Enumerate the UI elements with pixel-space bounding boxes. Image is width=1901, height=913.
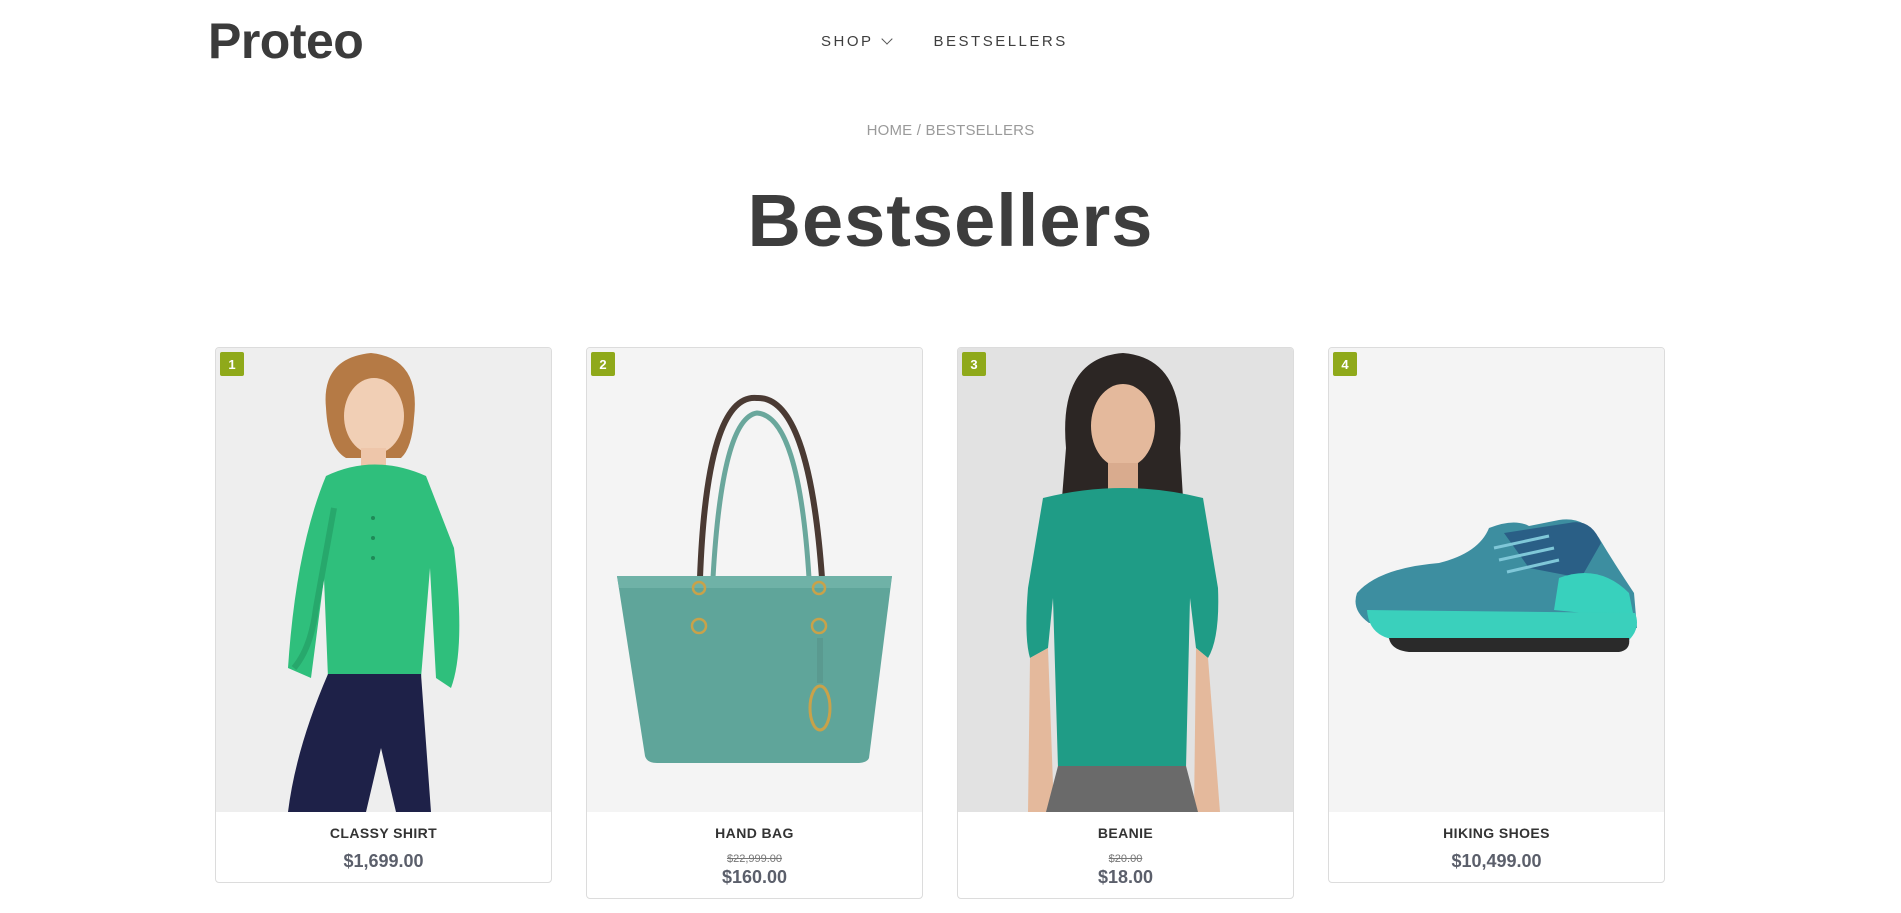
rank-badge: 1 — [220, 352, 244, 376]
breadcrumb-separator: / — [912, 122, 926, 139]
nav-item-shop[interactable]: SHOP — [821, 33, 893, 50]
site-logo[interactable]: Proteo — [208, 12, 364, 70]
product-card[interactable]: 4 HIKING SHOES $10,499.00 — [1328, 347, 1665, 883]
product-card[interactable]: 3 BEANIE $20.00 $18.00 — [957, 347, 1294, 899]
main-nav: SHOP BESTSELLERS — [821, 33, 1068, 50]
nav-item-bestsellers-label: BESTSELLERS — [933, 33, 1068, 50]
woman-green-blouse-image — [216, 348, 551, 812]
product-price: $10,499.00 — [1451, 851, 1542, 871]
product-image[interactable]: 2 — [587, 348, 922, 812]
breadcrumb-current: BESTSELLERS — [925, 122, 1035, 139]
breadcrumb: HOME / BESTSELLERS — [0, 122, 1901, 139]
product-price: $1,699.00 — [343, 851, 424, 871]
rank-badge: 4 — [1333, 352, 1357, 376]
product-name[interactable]: BEANIE — [958, 825, 1293, 841]
teal-hiking-shoe-image — [1329, 348, 1664, 812]
woman-teal-top-image — [958, 348, 1293, 812]
teal-tote-bag-image — [587, 348, 922, 812]
chevron-down-icon — [880, 33, 893, 45]
rank-badge: 2 — [591, 352, 615, 376]
product-image[interactable]: 4 — [1329, 348, 1664, 812]
product-original-price: $22,999.00 — [726, 853, 783, 865]
nav-item-bestsellers[interactable]: BESTSELLERS — [934, 33, 1068, 50]
product-price: $160.00 — [721, 867, 788, 887]
nav-item-shop-label: SHOP — [821, 33, 874, 50]
page-title: Bestsellers — [747, 179, 1154, 262]
product-card[interactable]: 1 CLASSY SHIRT $1,699.00 — [215, 347, 552, 883]
product-original-price: $20.00 — [1108, 853, 1143, 865]
product-image[interactable]: 1 — [216, 348, 551, 812]
site-header: Proteo SHOP BESTSELLERS — [0, 0, 1901, 84]
product-info: BEANIE $20.00 $18.00 — [958, 812, 1293, 898]
breadcrumb-home-link[interactable]: HOME — [867, 122, 913, 139]
product-price: $18.00 — [1097, 867, 1154, 887]
product-card[interactable]: 2 HAND BAG $22,999.00 $160.00 — [586, 347, 923, 899]
product-name[interactable]: CLASSY SHIRT — [216, 825, 551, 841]
product-info: HIKING SHOES $10,499.00 — [1329, 812, 1664, 882]
product-name[interactable]: HAND BAG — [587, 825, 922, 841]
rank-badge: 3 — [962, 352, 986, 376]
product-info: HAND BAG $22,999.00 $160.00 — [587, 812, 922, 898]
product-image[interactable]: 3 — [958, 348, 1293, 812]
product-info: CLASSY SHIRT $1,699.00 — [216, 812, 551, 882]
product-name[interactable]: HIKING SHOES — [1329, 825, 1664, 841]
